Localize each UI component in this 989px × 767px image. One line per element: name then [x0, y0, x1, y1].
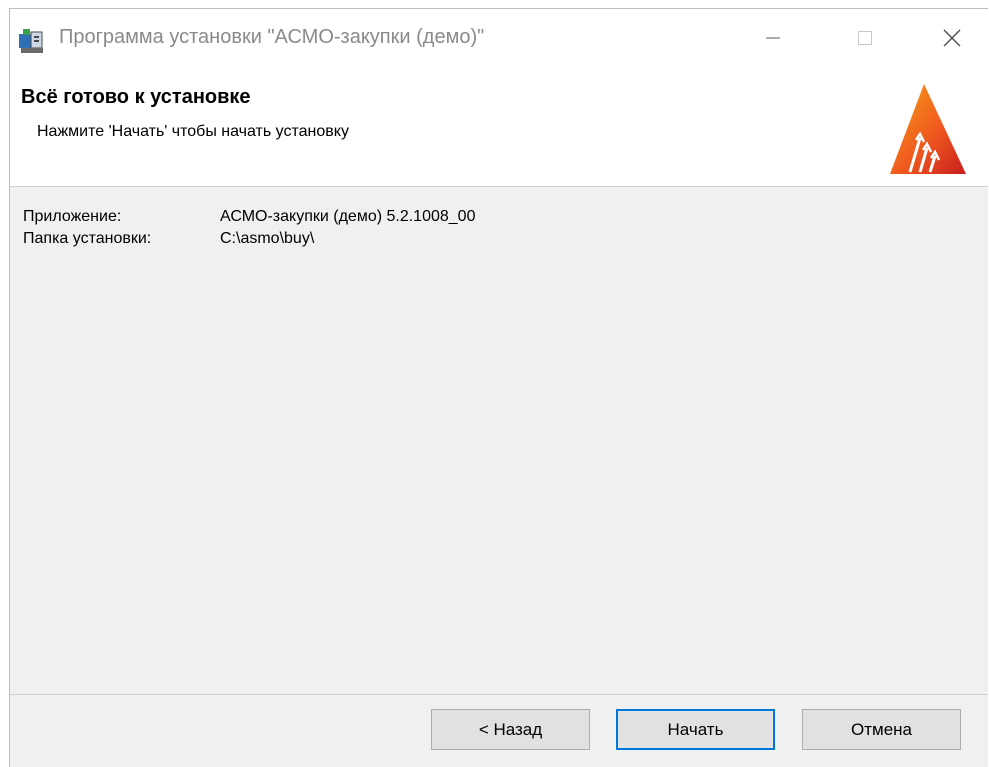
application-label: Приложение:: [23, 208, 122, 225]
start-button[interactable]: Начать: [616, 709, 775, 750]
back-button[interactable]: < Назад: [431, 709, 590, 750]
minimize-button[interactable]: [744, 9, 802, 71]
maximize-button[interactable]: [836, 9, 894, 71]
title-bar[interactable]: Программа установки "АСМО-закупки (демо)…: [10, 9, 988, 71]
install-folder-row: Папка установки: C:\asmo\buy\: [23, 230, 314, 248]
page-subtitle: Нажмите 'Начать' чтобы начать установку: [37, 123, 349, 140]
installer-window: Программа установки "АСМО-закупки (демо)…: [9, 8, 988, 767]
close-button[interactable]: [923, 9, 981, 71]
install-folder-label: Папка установки:: [23, 230, 152, 247]
cancel-button[interactable]: Отмена: [802, 709, 961, 750]
wizard-header: Всё готово к установке Нажмите 'Начать' …: [10, 71, 988, 187]
maximize-icon: [857, 30, 873, 51]
asmo-logo-icon: [886, 82, 966, 176]
window-title: Программа установки "АСМО-закупки (демо)…: [59, 26, 485, 48]
wizard-content: Приложение: АСМО-закупки (демо) 5.2.1008_…: [10, 187, 988, 695]
application-value: АСМО-закупки (демо) 5.2.1008_00: [220, 208, 476, 225]
close-icon: [943, 29, 961, 52]
installer-icon: [17, 26, 47, 56]
page-title: Всё готово к установке: [21, 86, 251, 108]
install-folder-value: C:\asmo\buy\: [220, 230, 315, 247]
minimize-icon: [765, 30, 781, 51]
application-row: Приложение: АСМО-закупки (демо) 5.2.1008_…: [23, 208, 475, 226]
